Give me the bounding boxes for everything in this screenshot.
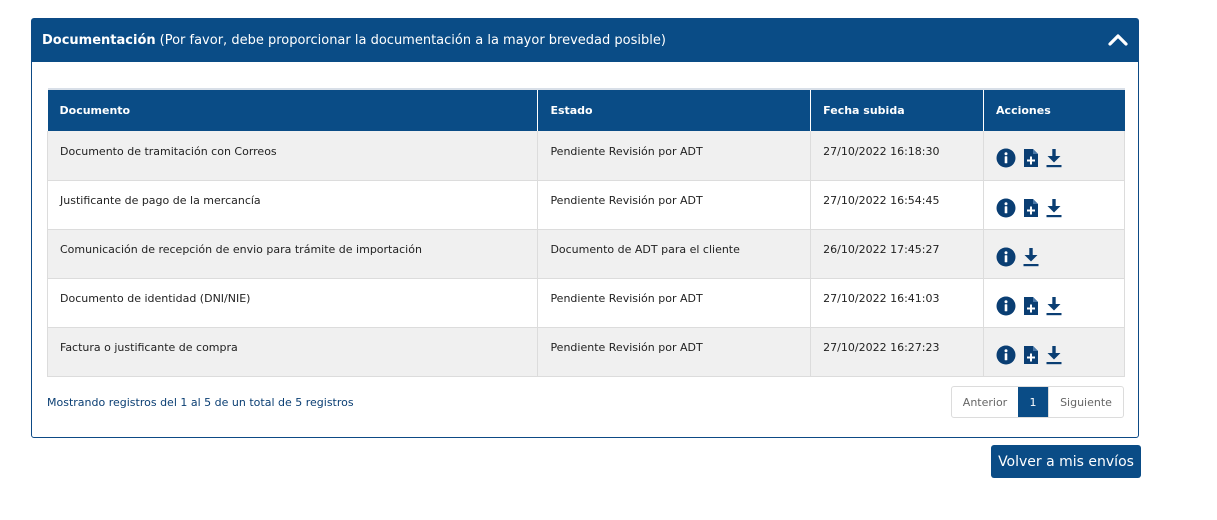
table-row: Factura o justificante de compra Pendient… bbox=[46, 327, 1125, 377]
table-row: Documento de identidad (DNI/NIE) Pendient… bbox=[46, 278, 1125, 328]
cell-acciones bbox=[983, 229, 1125, 279]
cell-estado: Documento de ADT para el cliente bbox=[537, 229, 812, 279]
pagination-previous[interactable]: Anterior bbox=[952, 387, 1018, 417]
cell-estado-text: Pendiente Revisión por ADT bbox=[550, 292, 703, 305]
back-to-shipments-button[interactable]: Volver a mis envíos bbox=[991, 445, 1141, 478]
cell-acciones bbox=[983, 327, 1125, 377]
cell-fecha: 27/10/2022 16:27:23 bbox=[810, 327, 985, 377]
cell-fecha-text: 27/10/2022 16:41:03 bbox=[823, 292, 940, 305]
documentation-panel: Documentación (Por favor, debe proporcio… bbox=[31, 18, 1139, 438]
download-icon[interactable] bbox=[1046, 296, 1062, 316]
cell-documento-text: Comunicación de recepción de envio para … bbox=[60, 243, 422, 256]
pagination-page-1[interactable]: 1 bbox=[1018, 387, 1048, 417]
cell-documento: Documento de tramitación con Correos bbox=[46, 131, 539, 181]
panel-title: Documentación bbox=[42, 33, 156, 48]
cell-estado: Pendiente Revisión por ADT bbox=[537, 278, 812, 328]
cell-fecha: 27/10/2022 16:41:03 bbox=[810, 278, 985, 328]
cell-documento-text: Documento de tramitación con Correos bbox=[60, 144, 277, 158]
info-icon[interactable] bbox=[996, 247, 1016, 267]
cell-fecha-text: 27/10/2022 16:18:30 bbox=[823, 144, 940, 158]
cell-fecha-text: 26/10/2022 17:45:27 bbox=[823, 243, 940, 256]
cell-fecha-text: 27/10/2022 16:27:23 bbox=[823, 341, 940, 354]
cell-documento: Factura o justificante de compra bbox=[46, 327, 539, 377]
info-icon[interactable] bbox=[996, 296, 1016, 316]
cell-estado: Pendiente Revisión por ADT bbox=[537, 131, 812, 181]
cell-documento: Documento de identidad (DNI/NIE) bbox=[46, 278, 539, 328]
cell-estado-text: Documento de ADT para el cliente bbox=[550, 243, 740, 256]
cell-documento-text: Documento de identidad (DNI/NIE) bbox=[60, 292, 251, 305]
add-file-icon[interactable] bbox=[1023, 296, 1039, 316]
table-header-row: Documento Estado Fecha subida Acciones bbox=[47, 88, 1125, 131]
table-row: Documento de tramitación con Correos Pend… bbox=[46, 131, 1125, 181]
add-file-icon[interactable] bbox=[1023, 198, 1039, 218]
table-row: Comunicación de recepción de envio para … bbox=[46, 229, 1125, 279]
cell-estado-text: Pendiente Revisión por ADT bbox=[550, 144, 703, 158]
download-icon[interactable] bbox=[1023, 247, 1039, 267]
chevron-up-icon[interactable] bbox=[1108, 30, 1128, 50]
cell-estado: Pendiente Revisión por ADT bbox=[537, 180, 812, 230]
row-actions bbox=[996, 296, 1112, 316]
download-icon[interactable] bbox=[1046, 148, 1062, 168]
info-icon[interactable] bbox=[996, 345, 1016, 365]
header-fecha[interactable]: Fecha subida bbox=[810, 88, 985, 131]
cell-fecha: 26/10/2022 17:45:27 bbox=[810, 229, 985, 279]
add-file-icon[interactable] bbox=[1023, 148, 1039, 168]
header-acciones: Acciones bbox=[983, 88, 1125, 131]
cell-documento: Comunicación de recepción de envio para … bbox=[46, 229, 539, 279]
records-info: Mostrando registros del 1 al 5 de un tot… bbox=[47, 396, 354, 409]
cell-documento-text: Factura o justificante de compra bbox=[60, 341, 238, 354]
cell-fecha: 27/10/2022 16:54:45 bbox=[810, 180, 985, 230]
download-icon[interactable] bbox=[1046, 345, 1062, 365]
cell-documento: Justificante de pago de la mercancía bbox=[46, 180, 539, 230]
panel-header[interactable]: Documentación (Por favor, debe proporcio… bbox=[32, 19, 1138, 62]
add-file-icon[interactable] bbox=[1023, 345, 1039, 365]
cell-fecha-text: 27/10/2022 16:54:45 bbox=[823, 194, 940, 207]
info-icon[interactable] bbox=[996, 198, 1016, 218]
info-icon[interactable] bbox=[996, 148, 1016, 168]
cell-documento-text: Justificante de pago de la mercancía bbox=[60, 194, 261, 207]
cell-estado-text: Pendiente Revisión por ADT bbox=[550, 341, 703, 354]
row-actions bbox=[996, 148, 1112, 168]
pagination: Anterior 1 Siguiente bbox=[951, 386, 1124, 418]
row-actions bbox=[996, 345, 1112, 365]
cell-acciones bbox=[983, 131, 1125, 181]
cell-acciones bbox=[983, 180, 1125, 230]
download-icon[interactable] bbox=[1046, 198, 1062, 218]
cell-estado-text: Pendiente Revisión por ADT bbox=[550, 194, 703, 207]
cell-acciones bbox=[983, 278, 1125, 328]
documents-table: Documento Estado Fecha subida Acciones D… bbox=[46, 88, 1125, 377]
panel-subtitle: (Por favor, debe proporcionar la documen… bbox=[159, 33, 666, 48]
row-actions bbox=[996, 198, 1112, 218]
row-actions bbox=[996, 247, 1112, 267]
table-row: Justificante de pago de la mercancía Pend… bbox=[46, 180, 1125, 230]
header-estado[interactable]: Estado bbox=[537, 88, 812, 131]
cell-estado: Pendiente Revisión por ADT bbox=[537, 327, 812, 377]
header-documento[interactable]: Documento bbox=[47, 88, 539, 131]
pagination-next[interactable]: Siguiente bbox=[1048, 387, 1123, 417]
cell-fecha: 27/10/2022 16:18:30 bbox=[810, 131, 985, 181]
